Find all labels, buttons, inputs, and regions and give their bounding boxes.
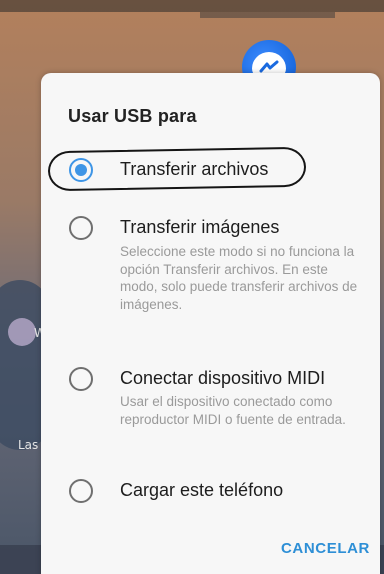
cancel-button[interactable]: CANCELAR <box>281 540 370 557</box>
radio-icon[interactable] <box>69 367 93 391</box>
option-transfer-images[interactable]: Transferir imágenes Seleccione este modo… <box>41 211 380 341</box>
option-label: Cargar este teléfono <box>120 480 284 500</box>
messenger-bolt-icon <box>259 60 279 73</box>
background-app-icon <box>8 318 36 346</box>
option-transfer-files[interactable]: Transferir archivos <box>41 153 380 193</box>
option-label: Conectar dispositivo MIDI <box>120 368 326 388</box>
option-description: Seleccione este modo si no funciona la o… <box>120 244 358 312</box>
usb-mode-dialog: Usar USB para Transferir archivos Transf… <box>41 73 380 574</box>
dialog-title: Usar USB para <box>68 106 197 126</box>
status-bar <box>0 0 384 12</box>
status-bar-shade <box>200 12 335 18</box>
option-charge-phone[interactable]: Cargar este teléfono <box>41 477 380 511</box>
option-label: Transferir archivos <box>120 159 269 179</box>
radio-icon[interactable] <box>69 216 93 240</box>
option-connect-midi[interactable]: Conectar dispositivo MIDI Usar el dispos… <box>41 365 380 455</box>
option-label: Transferir imágenes <box>120 217 280 237</box>
option-description: Usar el dispositivo conectado como repro… <box>120 394 346 427</box>
background-app-label: Las <box>18 438 39 452</box>
radio-icon[interactable] <box>69 479 93 503</box>
radio-selected-icon[interactable] <box>69 158 93 182</box>
